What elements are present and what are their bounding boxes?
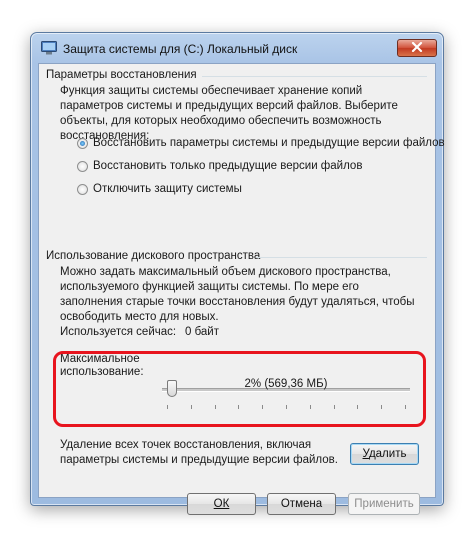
restore-description: Функция защиты системы обеспечивает хран… [60,85,398,142]
delete-button-label: Удалить [362,448,407,460]
slider-tick [238,405,240,409]
apply-button-label: Применить [354,498,414,510]
radio-restore-all[interactable]: Восстановить параметры системы и предыду… [77,137,445,149]
slider-tick [333,405,335,409]
current-usage-value: 0 байт [185,326,220,338]
slider-tick [214,405,216,409]
close-icon [411,41,423,55]
system-protection-window: Защита системы для (C:) Локальный диск П… [30,32,445,515]
slider-tick [262,405,264,409]
ok-button-label: ОК [213,498,230,510]
disk-usage-description: Можно задать максимальный объем дисковог… [60,266,415,323]
restore-settings-heading: Параметры восстановления [46,69,197,81]
group-divider [256,257,427,258]
max-usage-value: 2% (569,36 МБ) [244,378,328,390]
radio-label: Восстановить только предыдущие версии фа… [93,160,363,172]
apply-button: Применить [348,493,420,515]
disk-usage-heading: Использование дискового пространства [46,250,261,262]
ok-button[interactable]: ОК [187,493,256,515]
radio-label: Отключить защиту системы [93,183,242,195]
cancel-button[interactable]: Отмена [267,493,336,515]
window-title: Защита системы для (C:) Локальный диск [63,42,298,56]
close-button[interactable] [397,39,437,57]
group-divider [202,76,427,77]
slider-tick [357,405,359,409]
slider-tick [167,405,168,409]
cancel-button-label: Отмена [280,498,323,510]
radio-button[interactable] [77,183,88,195]
radio-disable-protection[interactable]: Отключить защиту системы [77,183,242,195]
radio-label: Восстановить параметры системы и предыду… [93,137,445,149]
slider-tick [405,405,406,409]
delete-description: Удаление всех точек восстановления, вклю… [60,439,338,466]
radio-restore-files[interactable]: Восстановить только предыдущие версии фа… [77,160,362,172]
slider-tick [309,405,311,409]
system-protection-icon [41,41,57,55]
radio-button[interactable] [77,160,88,172]
title-bar[interactable]: Защита системы для (C:) Локальный диск [31,33,443,63]
dialog-client-area: Параметры восстановления Функция защиты … [38,63,445,515]
radio-button[interactable] [77,137,88,149]
slider-tick [381,405,383,409]
delete-button[interactable]: Удалить [350,443,419,465]
max-usage-label-line1: Максимальное [60,353,140,365]
slider-tick [286,405,287,409]
current-usage-label: Используется сейчас: [60,326,177,338]
max-usage-label-line2: использование: [60,366,144,378]
slider-tick [190,405,192,409]
